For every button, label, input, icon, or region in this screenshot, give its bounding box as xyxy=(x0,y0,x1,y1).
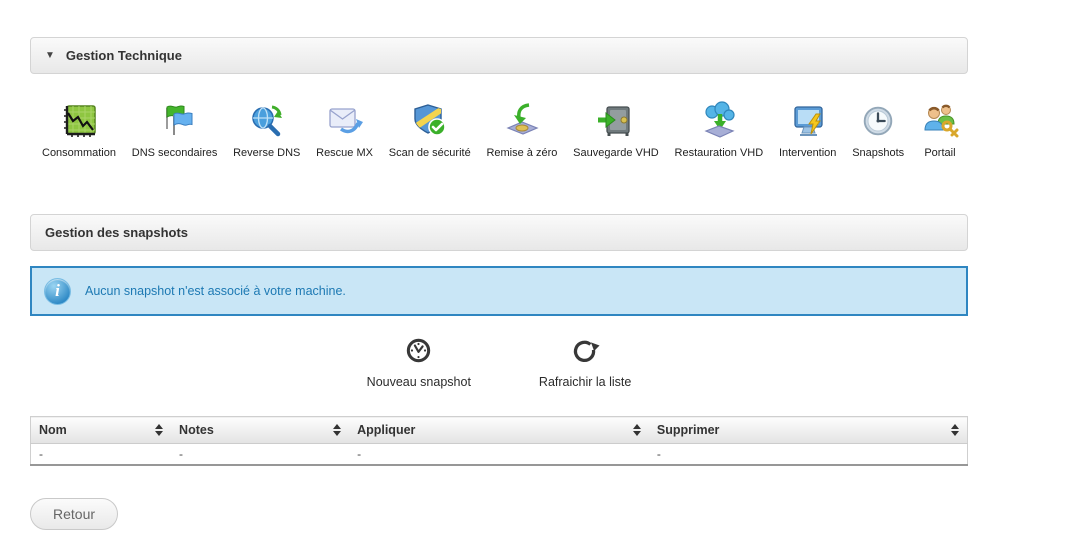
table-header-row: Nom Notes Appliquer xyxy=(31,417,968,444)
column-label: Appliquer xyxy=(357,423,627,437)
refresh-list-label: Rafraichir la liste xyxy=(539,375,631,389)
sort-icon xyxy=(633,424,641,436)
tech-icon-label: Consommation xyxy=(42,147,116,159)
gestion-technique-title: Gestion Technique xyxy=(66,48,182,63)
tech-icon-label: Rescue MX xyxy=(316,147,373,159)
tech-icons-row: Consommation DNS secondaires xyxy=(30,100,968,159)
tech-icon-dns-secondaires[interactable]: DNS secondaires xyxy=(132,100,218,159)
cell-supprimer: - xyxy=(649,444,968,466)
info-alert: i Aucun snapshot n'est associé à votre m… xyxy=(30,266,968,316)
column-header-notes[interactable]: Notes xyxy=(171,417,349,444)
collapse-caret-icon: ▼ xyxy=(45,51,55,61)
cloud-restore-icon xyxy=(699,100,739,142)
new-snapshot-button[interactable]: Nouveau snapshot xyxy=(367,336,471,389)
column-label: Notes xyxy=(179,423,327,437)
column-header-supprimer[interactable]: Supprimer xyxy=(649,417,968,444)
tech-icon-remise-a-zero[interactable]: Remise à zéro xyxy=(486,100,557,159)
tech-icon-scan-securite[interactable]: Scan de sécurité xyxy=(389,100,471,159)
column-label: Nom xyxy=(39,423,149,437)
retour-button[interactable]: Retour xyxy=(30,498,118,530)
snapshots-table: Nom Notes Appliquer xyxy=(30,416,968,466)
snapshot-actions: Nouveau snapshot Rafraichir la liste xyxy=(30,336,968,389)
cell-nom: - xyxy=(31,444,172,466)
tech-icon-consommation[interactable]: Consommation xyxy=(42,100,116,159)
tech-icon-portail[interactable]: Portail xyxy=(920,100,960,159)
tech-icon-sauvegarde-vhd[interactable]: Sauvegarde VHD xyxy=(573,100,659,159)
clock-icon xyxy=(859,100,897,142)
tech-icon-label: Scan de sécurité xyxy=(389,147,471,159)
safe-backup-icon xyxy=(596,100,636,142)
monitor-bolt-icon xyxy=(788,100,828,142)
tech-icon-reverse-dns[interactable]: Reverse DNS xyxy=(233,100,300,159)
cell-appliquer: - xyxy=(349,444,649,466)
sort-icon xyxy=(155,424,163,436)
tech-icon-label: Restauration VHD xyxy=(675,147,764,159)
tech-icon-label: Snapshots xyxy=(852,147,904,159)
sort-icon xyxy=(951,424,959,436)
mail-arrow-icon xyxy=(325,100,365,142)
consumption-chart-icon xyxy=(59,100,99,142)
tech-icon-label: Sauvegarde VHD xyxy=(573,147,659,159)
tech-icon-snapshots[interactable]: Snapshots xyxy=(852,100,904,159)
info-alert-text: Aucun snapshot n'est associé à votre mac… xyxy=(85,284,346,298)
gestion-snapshots-header: Gestion des snapshots xyxy=(30,214,968,251)
refresh-icon xyxy=(571,336,600,370)
dns-flags-icon xyxy=(155,100,195,142)
new-snapshot-label: Nouveau snapshot xyxy=(367,375,471,389)
users-key-icon xyxy=(920,100,960,142)
clock-icon xyxy=(404,336,433,370)
gestion-technique-header[interactable]: ▼ Gestion Technique xyxy=(30,37,968,74)
sort-icon xyxy=(333,424,341,436)
tech-icon-restauration-vhd[interactable]: Restauration VHD xyxy=(675,100,764,159)
reset-device-icon xyxy=(502,100,542,142)
globe-magnifier-icon xyxy=(247,100,287,142)
column-header-appliquer[interactable]: Appliquer xyxy=(349,417,649,444)
tech-icon-label: Intervention xyxy=(779,147,836,159)
page-content: ▼ Gestion Technique Consommation xyxy=(30,0,968,530)
gestion-snapshots-title: Gestion des snapshots xyxy=(45,225,188,240)
tech-icon-rescue-mx[interactable]: Rescue MX xyxy=(316,100,373,159)
column-header-nom[interactable]: Nom xyxy=(31,417,172,444)
cell-notes: - xyxy=(171,444,349,466)
tech-icon-label: Portail xyxy=(924,147,955,159)
refresh-list-button[interactable]: Rafraichir la liste xyxy=(539,336,631,389)
shield-check-icon xyxy=(410,100,450,142)
tech-icon-label: DNS secondaires xyxy=(132,147,218,159)
tech-icon-label: Reverse DNS xyxy=(233,147,300,159)
tech-icon-intervention[interactable]: Intervention xyxy=(779,100,836,159)
tech-icon-label: Remise à zéro xyxy=(486,147,557,159)
column-label: Supprimer xyxy=(657,423,945,437)
info-icon: i xyxy=(44,278,71,305)
table-row: - - - - xyxy=(31,444,968,466)
